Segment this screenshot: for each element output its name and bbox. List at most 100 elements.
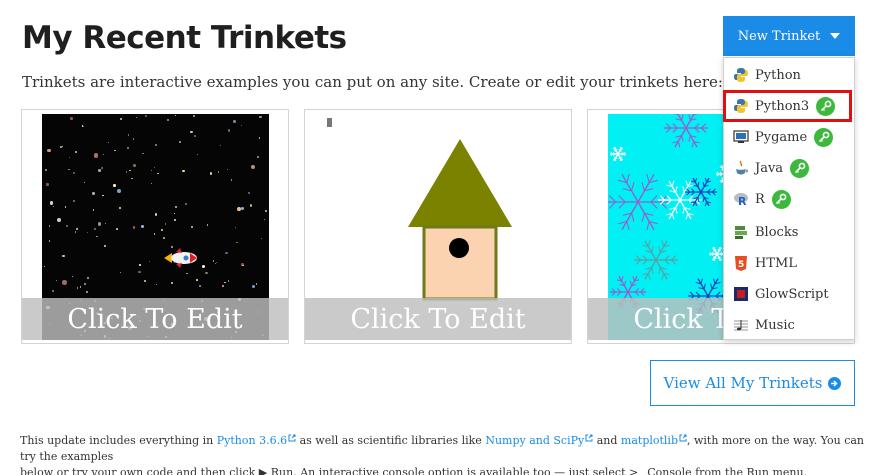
star-dot xyxy=(49,201,54,205)
menu-item-html[interactable]: 5 HTML xyxy=(724,248,854,278)
star-dot xyxy=(83,125,85,127)
trinket-card-house[interactable]: Click To Edit xyxy=(304,109,572,344)
glowscript-icon xyxy=(732,286,749,303)
star-dot xyxy=(145,114,147,117)
matplotlib-link[interactable]: matplotlib xyxy=(621,434,678,447)
star-dot xyxy=(64,206,67,208)
menu-item-label: Blocks xyxy=(755,224,799,240)
star-dot xyxy=(68,156,70,158)
star-dot xyxy=(102,194,105,197)
star-dot xyxy=(241,207,244,210)
menu-item-pygame[interactable]: Pygame xyxy=(724,122,854,152)
star-dot xyxy=(125,171,128,173)
menu-item-python[interactable]: Python xyxy=(724,60,854,90)
menu-item-java[interactable]: Java xyxy=(724,153,854,183)
star-dot xyxy=(162,236,165,239)
star-dot xyxy=(136,116,138,118)
pygame-icon xyxy=(732,129,749,146)
star-dot xyxy=(104,223,106,225)
menu-item-label: Music xyxy=(755,317,795,333)
click-to-edit-overlay[interactable]: Click To Edit xyxy=(305,298,571,340)
star-dot xyxy=(69,117,73,121)
star-dot xyxy=(113,184,116,187)
star-dot xyxy=(227,280,230,283)
star-dot xyxy=(114,149,116,152)
star-dot xyxy=(87,277,90,280)
star-dot xyxy=(55,280,57,282)
star-dot xyxy=(76,287,79,289)
star-dot xyxy=(174,114,177,117)
footer-text: below or try your own code and then clic… xyxy=(20,466,808,475)
footer-text: This update includes everything in xyxy=(20,434,217,447)
external-link-icon xyxy=(679,434,687,442)
view-all-trinkets-button[interactable]: View All My Trinkets xyxy=(650,360,855,406)
star-dot xyxy=(192,114,195,117)
star-dot xyxy=(87,232,89,234)
star-dot xyxy=(149,260,151,263)
star-dot xyxy=(132,226,136,229)
html5-icon: 5 xyxy=(732,255,749,272)
menu-item-music[interactable]: Music xyxy=(724,310,854,340)
star-dot xyxy=(164,223,167,226)
star-dot xyxy=(66,225,69,228)
star-dot xyxy=(80,286,82,288)
menu-item-label: Java xyxy=(755,160,784,176)
star-dot xyxy=(210,172,213,175)
star-dot xyxy=(190,225,194,229)
star-dot xyxy=(115,228,118,231)
star-dot xyxy=(131,177,133,179)
star-dot xyxy=(160,229,164,232)
music-icon xyxy=(732,317,749,334)
star-dot xyxy=(196,153,198,155)
star-dot xyxy=(219,144,222,147)
python-version-link[interactable]: Python 3.6.6 xyxy=(217,434,287,447)
menu-item-glowscript[interactable]: GlowScript xyxy=(724,279,854,309)
star-dot xyxy=(154,143,157,147)
star-dot xyxy=(83,182,86,184)
external-link-icon xyxy=(288,434,296,442)
star-dot xyxy=(133,164,136,167)
star-dot xyxy=(67,168,70,171)
star-dot xyxy=(174,219,177,222)
star-dot xyxy=(154,166,156,168)
star-dot xyxy=(140,225,144,229)
star-dot xyxy=(215,262,218,264)
star-dot xyxy=(222,285,224,287)
page-subtitle: Trinkets are interactive examples you ca… xyxy=(22,73,723,91)
star-dot xyxy=(194,135,197,138)
star-dot xyxy=(72,171,75,174)
snowflake-shape xyxy=(610,146,626,162)
new-trinket-button[interactable]: New Trinket xyxy=(723,16,855,56)
star-dot xyxy=(190,130,193,134)
star-dot xyxy=(174,206,177,209)
star-dot xyxy=(242,264,245,267)
star-dot xyxy=(155,283,158,286)
click-to-edit-label: Click To Edit xyxy=(350,303,526,335)
star-dot xyxy=(166,119,169,122)
star-dot xyxy=(46,183,49,186)
click-to-edit-overlay[interactable]: Click To Edit xyxy=(22,298,288,340)
star-dot xyxy=(76,228,78,230)
star-dot xyxy=(57,218,62,223)
star-dot xyxy=(205,272,208,275)
star-dot xyxy=(150,183,152,185)
star-dot xyxy=(92,192,95,195)
menu-item-label: HTML xyxy=(755,255,797,271)
trinket-card-space[interactable]: Click To Edit xyxy=(21,109,289,344)
star-dot xyxy=(224,282,226,284)
numpy-scipy-link[interactable]: Numpy and SciPy xyxy=(485,434,584,447)
star-dot xyxy=(236,241,238,244)
star-dot xyxy=(62,254,65,258)
star-dot xyxy=(62,280,67,285)
star-dot xyxy=(119,207,121,209)
star-dot xyxy=(75,151,77,153)
star-dot xyxy=(48,225,50,227)
star-dot xyxy=(263,218,265,221)
menu-item-blocks[interactable]: Blocks xyxy=(724,217,854,247)
star-dot xyxy=(72,199,75,203)
star-dot xyxy=(199,285,202,288)
star-dot xyxy=(225,251,228,255)
star-dot xyxy=(196,279,198,281)
star-dot xyxy=(157,172,159,175)
menu-item-r[interactable]: R R xyxy=(724,184,854,214)
